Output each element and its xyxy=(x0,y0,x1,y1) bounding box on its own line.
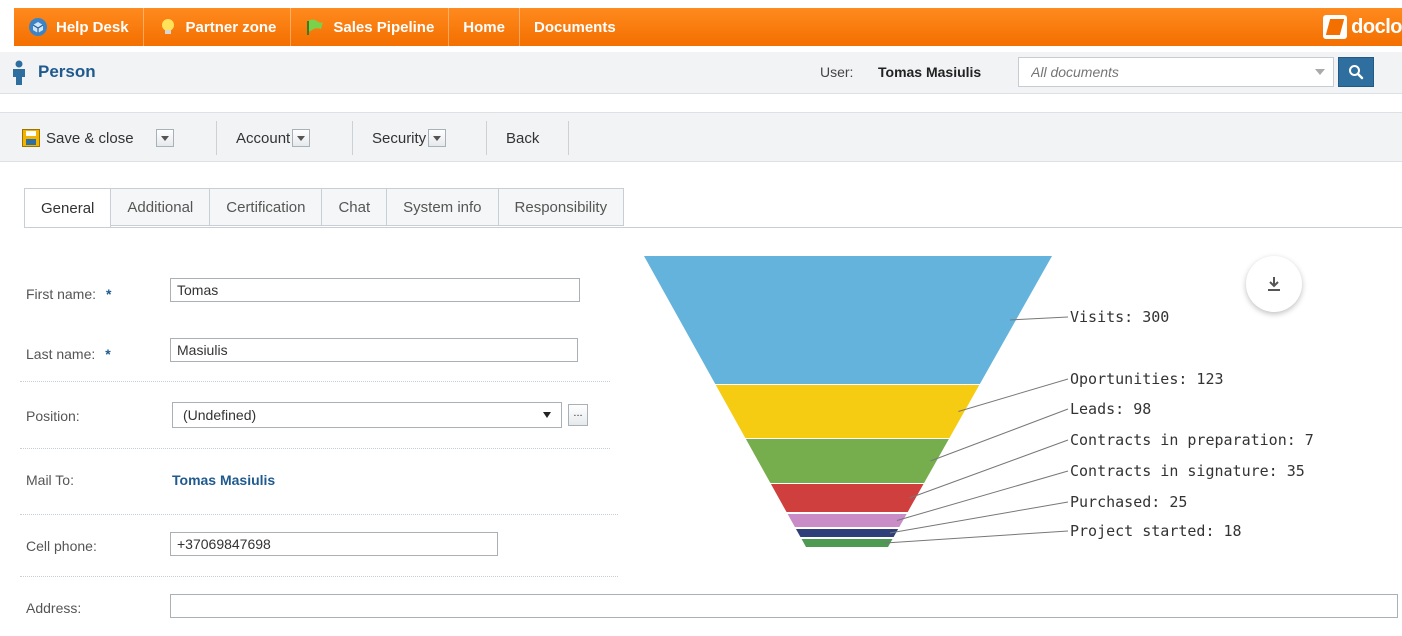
address-label: Address: xyxy=(26,600,82,616)
form-divider xyxy=(20,576,618,577)
position-selected-value: (Undefined) xyxy=(183,407,257,423)
security-button[interactable]: Security xyxy=(372,130,426,147)
position-select[interactable]: (Undefined) xyxy=(172,402,562,428)
account-button[interactable]: Account xyxy=(236,130,290,147)
document-search xyxy=(1018,57,1334,87)
logo-text: doclo xyxy=(1351,15,1402,38)
required-marker: * xyxy=(105,346,111,362)
nav-documents-label: Documents xyxy=(533,18,616,36)
save-options-dropdown[interactable] xyxy=(155,129,174,147)
nav-partner-zone-label: Partner zone xyxy=(185,18,277,36)
funnel-label-oportunities: Oportunities: 123 xyxy=(1070,370,1224,388)
app-logo[interactable]: doclo xyxy=(1315,8,1402,46)
last-name-label-text: Last name: xyxy=(26,346,96,362)
form-divider xyxy=(20,448,610,449)
tab-bar: General Additional Certification Chat Sy… xyxy=(24,188,625,228)
cell-phone-input[interactable] xyxy=(170,532,498,556)
search-icon xyxy=(1349,65,1364,80)
nav-partner-zone[interactable]: Partner zone xyxy=(144,8,292,46)
toolbar: Save & close Account Security Back xyxy=(0,112,1402,162)
nav-help-desk[interactable]: Help Desk xyxy=(14,8,144,46)
title-bar: Person User: Tomas Masiulis xyxy=(0,52,1402,94)
save-icon xyxy=(22,129,40,147)
position-more-button[interactable]: ... xyxy=(568,404,588,426)
cell-phone-label: Cell phone: xyxy=(26,538,97,554)
tab-system-info[interactable]: System info xyxy=(387,188,499,226)
funnel-connector-visits xyxy=(1009,316,1069,321)
lightbulb-icon xyxy=(158,17,178,37)
funnel-label-leads: Leads: 98 xyxy=(1070,400,1151,418)
funnel-segment-contracts-in-signature[interactable] xyxy=(787,514,907,527)
tab-responsibility[interactable]: Responsibility xyxy=(498,188,625,226)
funnel-label-contracts-in-preparation: Contracts in preparation: 7 xyxy=(1070,431,1314,449)
funnel-connector-project-started xyxy=(884,530,1069,544)
search-button[interactable] xyxy=(1338,57,1374,87)
account-dropdown[interactable] xyxy=(292,129,311,147)
toolbar-divider xyxy=(486,121,487,155)
form-divider xyxy=(20,514,618,515)
person-icon xyxy=(10,60,28,86)
toolbar-divider xyxy=(216,121,217,155)
top-navigation: Help Desk Partner zone Sales Pipeline Ho… xyxy=(0,0,1402,52)
funnel-label-visits: Visits: 300 xyxy=(1070,308,1169,326)
download-icon xyxy=(1268,277,1280,291)
chart-download-button[interactable] xyxy=(1246,256,1302,312)
funnel-label-contracts-in-signature: Contracts in signature: 35 xyxy=(1070,462,1305,480)
tab-chat[interactable]: Chat xyxy=(322,188,388,226)
mail-to-link[interactable]: Tomas Masiulis xyxy=(172,472,275,488)
funnel-segment-oportunities[interactable] xyxy=(715,385,980,438)
save-close-group: Save & close xyxy=(22,113,174,163)
toolbar-divider xyxy=(568,121,569,155)
funnel-connector-purchased xyxy=(889,501,1069,534)
nav-sales-pipeline[interactable]: Sales Pipeline xyxy=(291,8,450,46)
user-label: User: xyxy=(820,64,854,80)
page-title: Person xyxy=(38,62,96,81)
nav-home-label: Home xyxy=(463,18,505,36)
save-close-button[interactable]: Save & close xyxy=(46,130,134,147)
search-input[interactable] xyxy=(1019,58,1309,86)
toolbar-divider xyxy=(352,121,353,155)
funnel-segment-visits[interactable] xyxy=(644,256,1052,384)
address-input[interactable] xyxy=(170,594,1398,618)
helpdesk-cube-icon xyxy=(28,17,48,37)
user-name[interactable]: Tomas Masiulis xyxy=(878,64,981,80)
flag-icon xyxy=(305,17,325,37)
nav-sales-pipeline-label: Sales Pipeline xyxy=(333,18,435,36)
funnel-label-purchased: Purchased: 25 xyxy=(1070,493,1187,511)
first-name-label: First name: * xyxy=(26,286,111,302)
account-group: Account xyxy=(236,113,311,163)
funnel-segment-project-started[interactable] xyxy=(801,539,893,547)
security-group: Security xyxy=(372,113,447,163)
funnel-label-project-started: Project started: 18 xyxy=(1070,522,1242,540)
security-dropdown[interactable] xyxy=(428,129,447,147)
chevron-down-icon[interactable] xyxy=(1315,69,1325,75)
back-group: Back xyxy=(506,113,539,163)
mail-to-label: Mail To: xyxy=(26,472,74,488)
nav-help-desk-label: Help Desk xyxy=(56,18,129,36)
last-name-input[interactable] xyxy=(170,338,578,362)
funnel-segment-purchased[interactable] xyxy=(795,529,899,537)
top-nav-bar: Help Desk Partner zone Sales Pipeline Ho… xyxy=(14,8,1402,46)
last-name-label: Last name: * xyxy=(26,346,111,362)
logo-mark-icon xyxy=(1323,15,1348,39)
tab-general[interactable]: General xyxy=(24,188,112,228)
funnel-segment-contracts-in-preparation[interactable] xyxy=(770,484,924,512)
nav-documents[interactable]: Documents xyxy=(520,8,630,46)
required-marker: * xyxy=(106,286,112,302)
tabs-underline xyxy=(24,227,1402,228)
tab-additional[interactable]: Additional xyxy=(111,188,211,226)
first-name-label-text: First name: xyxy=(26,286,97,302)
tab-certification[interactable]: Certification xyxy=(210,188,323,226)
funnel-segment-leads[interactable] xyxy=(745,439,949,483)
position-label: Position: xyxy=(26,408,80,424)
back-button[interactable]: Back xyxy=(506,130,539,147)
chevron-down-icon xyxy=(543,412,551,418)
first-name-input[interactable] xyxy=(170,278,580,302)
form-divider xyxy=(20,381,610,382)
nav-home[interactable]: Home xyxy=(449,8,520,46)
